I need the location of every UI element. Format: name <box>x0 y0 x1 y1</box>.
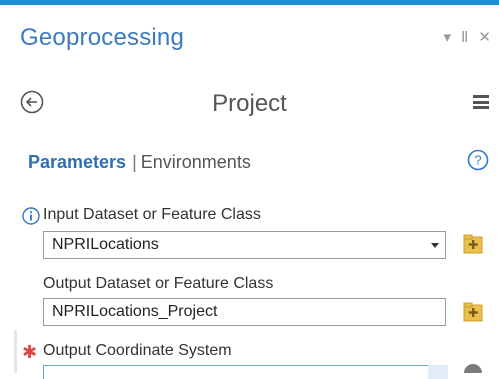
pane-controls: ▾ Ⅱ ✕ <box>444 30 492 46</box>
coordinate-field-dropdown-area[interactable] <box>428 365 448 379</box>
folder-browse-icon[interactable] <box>463 233 483 255</box>
tab-environments[interactable]: Environments <box>141 152 251 172</box>
info-icon[interactable] <box>22 207 40 225</box>
chevron-down-icon[interactable] <box>431 243 439 248</box>
required-star-icon: ✱ <box>22 342 38 362</box>
tool-title: Project <box>212 90 287 117</box>
pane-title: Geoprocessing <box>20 24 185 51</box>
tab-parameters[interactable]: Parameters <box>28 152 126 172</box>
pane-top-accent-bar <box>0 0 499 5</box>
close-icon[interactable]: ✕ <box>478 30 491 46</box>
output-dataset-value: NPRILocations_Project <box>52 303 218 320</box>
help-icon[interactable]: ? <box>467 149 489 171</box>
output-dataset-label: Output Dataset or Feature Class <box>43 275 274 292</box>
output-dataset-field[interactable]: NPRILocations_Project <box>43 298 446 326</box>
input-dataset-field[interactable]: NPRILocations <box>43 231 446 259</box>
input-dataset-label: Input Dataset or Feature Class <box>43 206 261 223</box>
pane-options-icon[interactable]: ▾ <box>444 30 452 46</box>
globe-icon[interactable] <box>464 364 482 373</box>
output-coordinate-system-label: Output Coordinate System <box>43 342 232 359</box>
pin-icon[interactable]: Ⅱ <box>461 30 468 46</box>
output-coordinate-system-field[interactable] <box>43 365 433 379</box>
folder-browse-icon[interactable] <box>463 301 483 323</box>
tabs: Parameters | Environments <box>28 152 251 173</box>
input-dataset-value: NPRILocations <box>52 236 159 253</box>
hamburger-menu-icon[interactable] <box>473 95 489 109</box>
svg-text:?: ? <box>474 153 481 168</box>
tab-separator: | <box>132 152 137 172</box>
required-indicator-bar <box>14 330 17 373</box>
